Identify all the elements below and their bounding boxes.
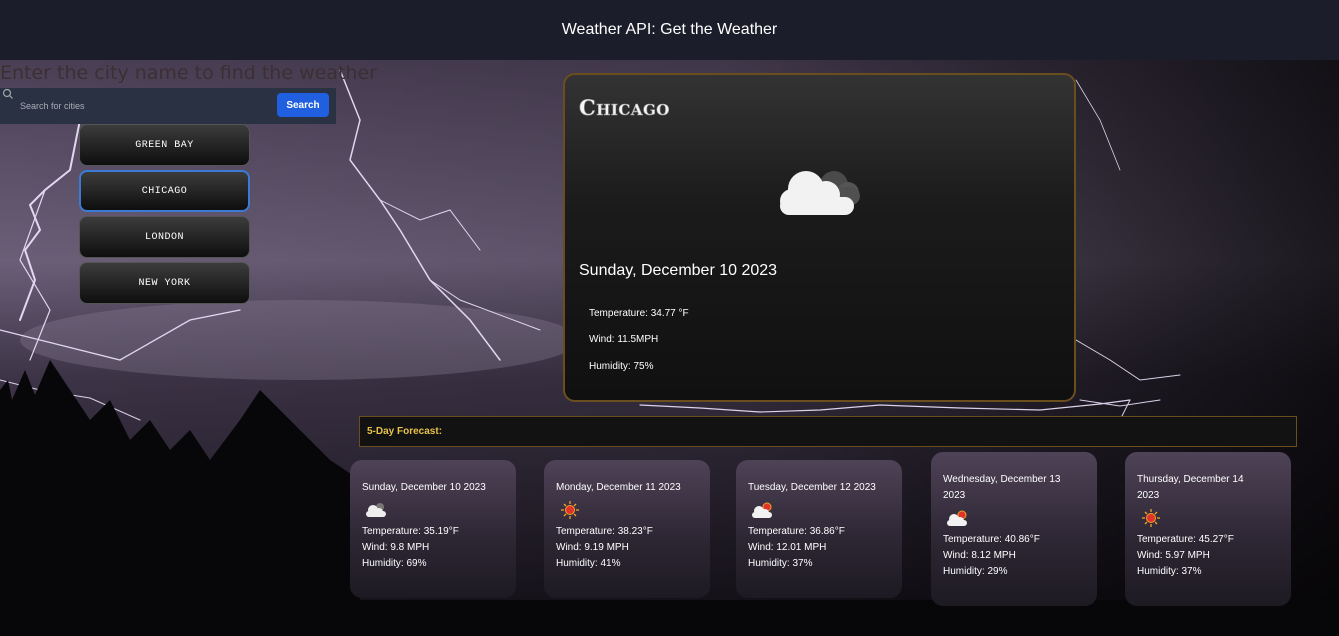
forecast-humidity: Humidity: 69% xyxy=(362,558,427,569)
forecast-day-card: Thursday, December 14 2023 Temperature: … xyxy=(1125,452,1291,606)
forecast-humidity: Humidity: 37% xyxy=(748,558,813,569)
forecast-wind: Wind: 12.01 MPH xyxy=(748,542,827,553)
forecast-temperature: Temperature: 40.86°F xyxy=(943,534,1040,545)
app-title: Weather API: Get the Weather xyxy=(561,21,778,38)
sun-cloud-icon xyxy=(947,510,967,526)
forecast-wind: Wind: 9.8 MPH xyxy=(362,542,430,553)
sun-icon xyxy=(1142,509,1160,527)
city-button-green-bay[interactable]: GREEN BAY xyxy=(79,124,250,166)
app-header: Weather API: Get the Weather xyxy=(0,0,1339,60)
cloud-icon xyxy=(780,171,860,215)
forecast-temperature: Temperature: 36.86°F xyxy=(748,526,845,537)
forecast-day-date: Tuesday, December 12 2023 xyxy=(748,482,876,493)
forecast-wind: Wind: 5.97 MPH xyxy=(1137,550,1210,561)
sun-cloud-icon xyxy=(752,502,772,518)
forecast-wind: Wind: 9.19 MPH xyxy=(556,542,629,553)
city-button-london[interactable]: LONDON xyxy=(79,216,250,258)
current-date: Sunday, December 10 2023 xyxy=(579,262,778,279)
city-history-list: GREEN BAY CHICAGO LONDON NEW YORK xyxy=(79,124,250,308)
current-wind: Wind: 11.5MPH xyxy=(589,334,659,345)
current-temperature: Temperature: 34.77 °F xyxy=(589,308,689,319)
forecast-day-date: Sunday, December 10 2023 xyxy=(362,482,486,493)
search-icon xyxy=(2,88,13,99)
forecast-header: 5-Day Forecast: xyxy=(359,416,1297,447)
search-bar: Search xyxy=(0,88,336,124)
forecast-humidity: Humidity: 37% xyxy=(1137,566,1202,577)
forecast-humidity: Humidity: 29% xyxy=(943,566,1008,577)
forecast-wind: Wind: 8.12 MPH xyxy=(943,550,1016,561)
current-weather-card: Chicago Sunday, December 10 2023 Tempera… xyxy=(563,73,1076,402)
current-humidity: Humidity: 75% xyxy=(589,361,654,372)
forecast-day-date: Monday, December 11 2023 xyxy=(556,482,681,493)
forecast-temperature: Temperature: 38.23°F xyxy=(556,526,653,537)
forecast-day-card: Monday, December 11 2023 Temperature: 38… xyxy=(544,460,710,598)
forecast-temperature: Temperature: 35.19°F xyxy=(362,526,459,537)
forecast-day-card: Tuesday, December 12 2023 Temperature: 3… xyxy=(736,460,902,598)
search-button[interactable]: Search xyxy=(277,93,329,117)
forecast-temperature: Temperature: 45.27°F xyxy=(1137,534,1234,545)
search-input[interactable] xyxy=(14,96,276,116)
sun-icon xyxy=(561,501,579,519)
forecast-humidity: Humidity: 41% xyxy=(556,558,621,569)
city-button-chicago[interactable]: CHICAGO xyxy=(79,170,250,212)
forecast-day-card: Sunday, December 10 2023 Temperature: 35… xyxy=(350,460,516,598)
cloud-moon-icon xyxy=(366,503,386,517)
forecast-title: 5-Day Forecast: xyxy=(367,426,443,437)
forecast-day-date: Thursday, December 14 2023 xyxy=(1137,474,1244,501)
city-button-new-york[interactable]: NEW YORK xyxy=(79,262,250,304)
forecast-day-card: Wednesday, December 13 2023 Temperature:… xyxy=(931,452,1097,606)
search-prompt: Enter the city name to find the weather xyxy=(0,62,377,84)
current-city-name: Chicago xyxy=(579,95,670,121)
forecast-day-date: Wednesday, December 13 2023 xyxy=(943,474,1061,501)
